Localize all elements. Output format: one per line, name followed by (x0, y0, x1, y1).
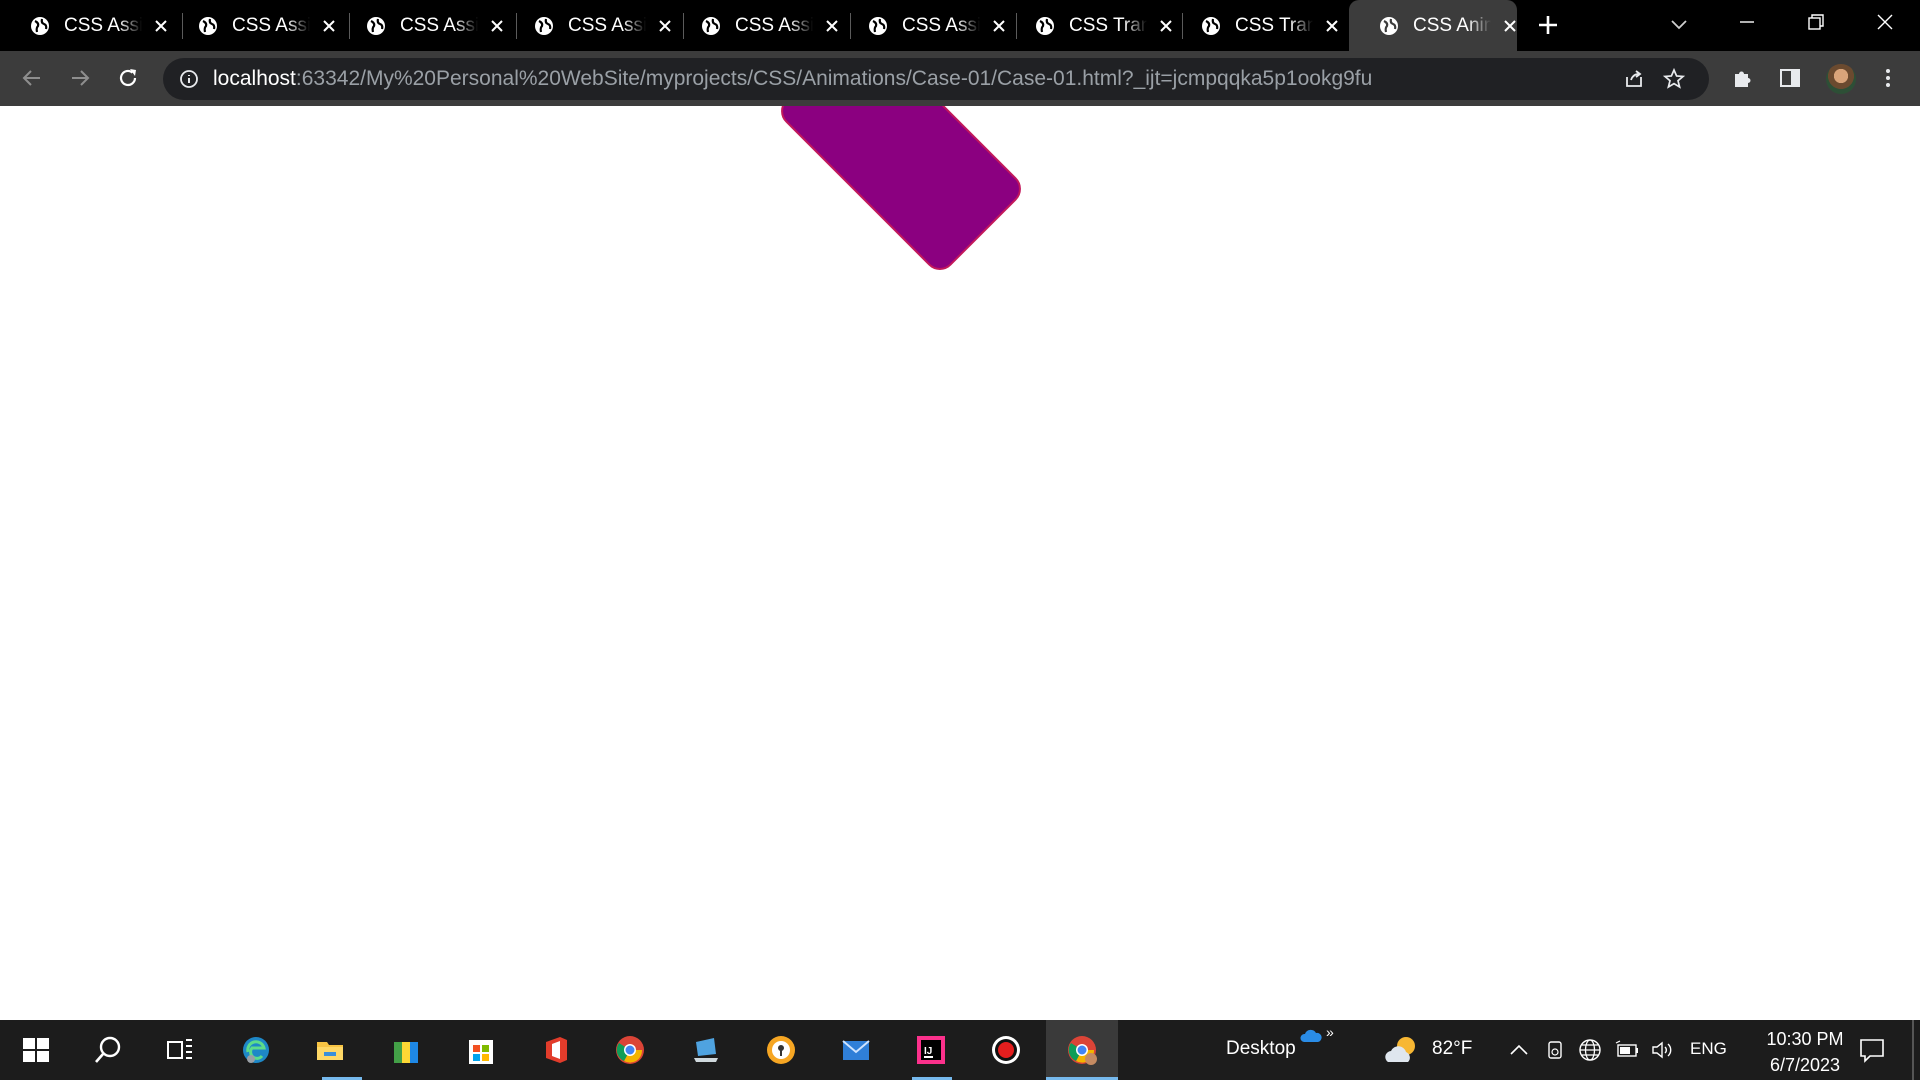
globe-icon (1202, 16, 1220, 35)
close-window-icon[interactable] (1873, 10, 1897, 34)
url-path: :63342/My%20Personal%20WebSite/myproject… (295, 67, 1373, 90)
file-explorer-icon[interactable] (314, 1034, 346, 1066)
tab[interactable]: CSS Assignment (0, 0, 168, 51)
device-icon[interactable] (1544, 1038, 1566, 1062)
clock-date: 6/7/2023 (1769, 1055, 1841, 1075)
more-menu-icon[interactable] (1876, 66, 1900, 90)
restore-icon[interactable] (1804, 10, 1828, 34)
tab-strip: CSS Assignment CSS Assignment CSS Assign… (0, 0, 1920, 51)
tab-active[interactable]: CSS Animations (1349, 0, 1517, 51)
system-clock[interactable]: 10:30 PM 6/7/2023 (1750, 1026, 1860, 1078)
share-icon[interactable] (1623, 68, 1645, 90)
tab-title: CSS Assignment (902, 14, 980, 36)
side-panel-icon[interactable] (1778, 66, 1802, 90)
close-icon[interactable] (154, 19, 168, 33)
tab-title: CSS Assignment (735, 14, 813, 36)
tab-title: CSS Assignment (232, 14, 310, 36)
desktop-toolbar-label[interactable]: Desktop (1226, 1038, 1296, 1060)
close-icon[interactable] (658, 19, 672, 33)
tab[interactable]: CSS Assignment (504, 0, 672, 51)
globe-icon (367, 16, 385, 35)
address-bar[interactable]: localhost:63342/My%20Personal%20WebSite/… (163, 58, 1709, 100)
animated-box (774, 106, 1028, 277)
chrome-icon[interactable] (614, 1034, 646, 1066)
clock-time: 10:30 PM (1766, 1029, 1844, 1049)
svg-text:IJ: IJ (924, 1046, 932, 1057)
tab-title: CSS Assignment (64, 14, 142, 36)
tab-title: CSS Assignment (568, 14, 646, 36)
notification-center-icon[interactable] (1858, 1036, 1886, 1064)
search-icon[interactable] (92, 1034, 124, 1066)
tab[interactable]: CSS Assignment (671, 0, 839, 51)
close-icon[interactable] (825, 19, 839, 33)
tab[interactable]: CSS Assignment (168, 0, 336, 51)
close-icon[interactable] (1325, 19, 1339, 33)
chrome-active-icon[interactable] (1066, 1034, 1098, 1066)
tab-title: CSS Animations (1413, 14, 1491, 36)
tab[interactable]: CSS Transitions (1005, 0, 1173, 51)
onedrive-cloud-icon[interactable] (1300, 1028, 1322, 1044)
mail-icon[interactable] (840, 1034, 872, 1066)
tab-title: CSS Transitions (1069, 14, 1147, 36)
laptop-icon[interactable] (690, 1034, 722, 1066)
show-desktop-button[interactable] (1912, 1020, 1914, 1080)
close-icon[interactable] (490, 19, 504, 33)
url-text[interactable]: localhost:63342/My%20Personal%20WebSite/… (213, 58, 1373, 100)
tab[interactable]: CSS Transitions (1171, 0, 1339, 51)
url-host: localhost (213, 67, 296, 90)
globe-icon (31, 16, 49, 35)
globe-icon (702, 16, 720, 35)
info-icon[interactable] (179, 69, 199, 89)
taskbar: IJ Desktop » 82°F ENG 10:30 PM 6/7/2023 (0, 1020, 1920, 1080)
network-globe-icon[interactable] (1578, 1038, 1602, 1062)
chevron-double-right-icon[interactable]: » (1326, 1024, 1334, 1040)
task-view-icon[interactable] (164, 1034, 196, 1066)
tab[interactable]: CSS Assignment (838, 0, 1006, 51)
battery-icon[interactable] (1614, 1040, 1640, 1060)
input-language[interactable]: ENG (1690, 1039, 1727, 1059)
profile-avatar[interactable] (1826, 64, 1856, 94)
screen-recorder-icon[interactable] (990, 1034, 1022, 1066)
globe-icon (535, 16, 553, 35)
intellij-idea-icon[interactable]: IJ (915, 1034, 947, 1066)
close-icon[interactable] (992, 19, 1006, 33)
office-icon[interactable] (540, 1034, 572, 1066)
weather-temperature[interactable]: 82°F (1432, 1038, 1472, 1060)
globe-icon (199, 16, 217, 35)
weather-partly-cloudy-icon[interactable] (1382, 1030, 1422, 1070)
close-icon[interactable] (322, 19, 336, 33)
windows-start-icon[interactable] (20, 1034, 52, 1066)
edge-browser-icon[interactable] (240, 1034, 272, 1066)
new-tab-icon[interactable] (1536, 13, 1560, 37)
globe-icon (1036, 16, 1054, 35)
bookmark-star-icon[interactable] (1663, 68, 1685, 90)
chevron-up-icon[interactable] (1508, 1040, 1530, 1060)
extensions-puzzle-icon[interactable] (1730, 66, 1754, 90)
globe-icon (869, 16, 887, 35)
page-content (0, 106, 1920, 1020)
microsoft-store-icon[interactable] (465, 1034, 497, 1066)
tab[interactable]: CSS Assignment (336, 0, 504, 51)
globe-icon (1380, 16, 1398, 35)
vpn-shield-icon[interactable] (765, 1034, 797, 1066)
forward-arrow-icon[interactable] (68, 66, 92, 90)
volume-icon[interactable] (1650, 1038, 1674, 1062)
browser-toolbar: localhost:63342/My%20Personal%20WebSite/… (0, 51, 1920, 106)
minimize-icon[interactable] (1735, 10, 1759, 34)
gift-box-icon[interactable] (390, 1034, 422, 1066)
tab-title: CSS Assignment (400, 14, 478, 36)
close-icon[interactable] (1503, 19, 1517, 33)
reload-icon[interactable] (116, 66, 140, 90)
chevron-down-icon[interactable] (1668, 13, 1690, 35)
tab-title: CSS Transitions (1235, 14, 1313, 36)
back-arrow-icon[interactable] (20, 66, 44, 90)
